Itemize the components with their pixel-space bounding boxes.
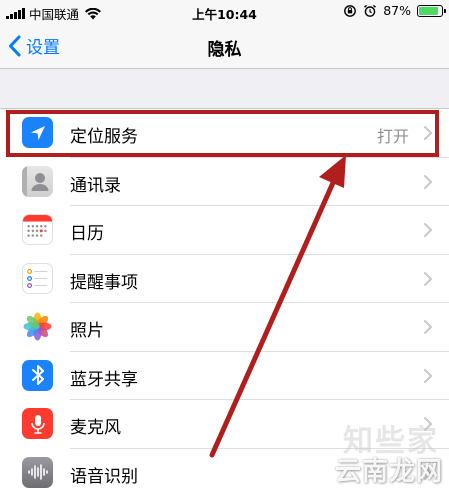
row-photos[interactable]: 照片 — [0, 303, 449, 352]
row-label: 麦克风 — [70, 418, 121, 438]
chevron-right-icon — [424, 368, 432, 383]
bluetooth-icon — [22, 359, 53, 391]
battery-percent: 87% — [383, 3, 411, 18]
chevron-right-icon — [424, 174, 432, 189]
row-contacts[interactable]: 通讯录 — [0, 158, 449, 206]
row-label: 日历 — [70, 224, 104, 244]
row-label: 蓝牙共享 — [70, 369, 138, 390]
status-bar: 中国联通 上午10:44 87% — [0, 0, 449, 24]
row-label: 通讯录 — [70, 175, 121, 196]
reminders-icon — [22, 262, 53, 294]
row-calendar[interactable]: 日历 — [0, 206, 449, 255]
chevron-right-icon — [424, 271, 432, 286]
chevron-right-icon — [424, 126, 432, 140]
row-value: 打开 — [376, 127, 409, 146]
location-arrow-icon — [22, 117, 53, 148]
row-label: 照片 — [70, 321, 104, 341]
battery-icon — [417, 4, 446, 17]
row-label: 语音识别 — [70, 466, 138, 487]
row-reminders[interactable]: 提醒事项 — [0, 255, 449, 303]
orientation-lock-icon — [344, 4, 357, 17]
status-right: 87% — [343, 3, 446, 18]
row-location-services[interactable]: 定位服务 打开 — [0, 109, 449, 158]
row-bluetooth-sharing[interactable]: 蓝牙共享 — [0, 352, 449, 400]
row-label: 定位服务 — [70, 127, 138, 147]
speech-recognition-icon — [22, 456, 53, 488]
battery-fill — [419, 6, 439, 15]
contacts-icon — [22, 165, 53, 197]
watermark-text: 云南龙网 — [334, 457, 443, 487]
chevron-right-icon — [424, 223, 432, 237]
photos-icon — [22, 311, 53, 342]
row-label: 提醒事项 — [70, 272, 138, 293]
page-title: 隐私 — [207, 40, 242, 60]
microphone-icon — [22, 408, 53, 439]
navigation-bar: 设置 隐私 — [0, 24, 449, 69]
alarm-icon — [364, 4, 377, 17]
calendar-icon — [22, 214, 53, 245]
chevron-right-icon — [424, 320, 432, 334]
